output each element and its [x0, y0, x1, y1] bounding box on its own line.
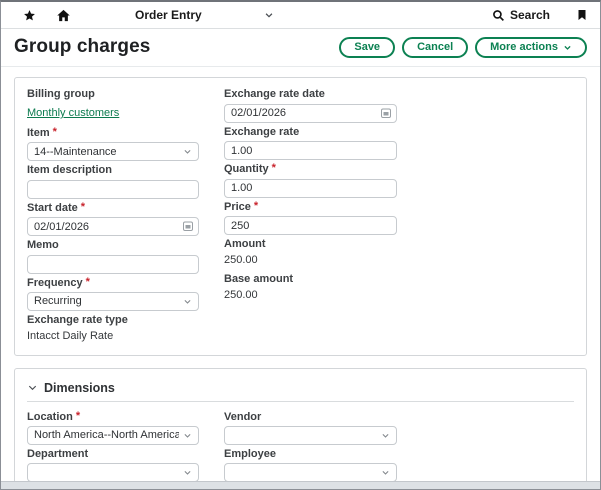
start-date-field: Start date * — [27, 202, 199, 237]
exchange-rate-date-input[interactable] — [224, 104, 397, 123]
form-right-column: Exchange rate date Exchange rate Quantit… — [224, 88, 397, 308]
exchange-rate-type-field: Exchange rate type Intacct Daily Rate — [27, 314, 199, 343]
header-actions: Save Cancel More actions — [339, 37, 587, 58]
chevron-down-icon — [27, 382, 38, 393]
required-asterisk: * — [272, 163, 276, 174]
vendor-select[interactable] — [224, 426, 397, 445]
price-label: Price — [224, 201, 251, 214]
employee-field: Employee — [224, 448, 397, 482]
app-window: Order Entry Search Group charges Save Ca… — [0, 0, 601, 490]
home-icon[interactable] — [56, 8, 71, 23]
chevron-down-icon — [183, 297, 192, 306]
item-description-input[interactable] — [27, 180, 199, 199]
department-label: Department — [27, 448, 199, 461]
start-date-input[interactable] — [27, 217, 199, 236]
location-field: Location * North America--North America — [27, 411, 199, 445]
more-actions-button-label: More actions — [490, 41, 558, 53]
chevron-down-icon — [183, 468, 192, 477]
quantity-field: Quantity * — [224, 163, 397, 198]
required-asterisk: * — [53, 127, 57, 138]
start-date-label: Start date — [27, 202, 78, 215]
more-actions-button[interactable]: More actions — [475, 37, 587, 58]
employee-label: Employee — [224, 448, 397, 461]
memo-label: Memo — [27, 239, 199, 252]
chevron-down-icon — [381, 431, 390, 440]
charge-details-section: Billing group Monthly customers Item * 1… — [14, 77, 587, 356]
frequency-select-value: Recurring — [34, 295, 179, 307]
calendar-icon[interactable] — [181, 220, 194, 233]
department-field: Department — [27, 448, 199, 482]
dimensions-section-toggle[interactable]: Dimensions — [27, 379, 574, 402]
page-header: Group charges Save Cancel More actions — [1, 29, 600, 67]
billing-group-field: Billing group Monthly customers — [27, 88, 199, 124]
application-menu-label: Order Entry — [135, 8, 202, 22]
department-select[interactable] — [27, 463, 199, 482]
frequency-select[interactable]: Recurring — [27, 292, 199, 311]
dimensions-section-title: Dimensions — [44, 381, 115, 395]
vendor-field: Vendor — [224, 411, 397, 445]
required-asterisk: * — [86, 277, 90, 288]
save-button[interactable]: Save — [339, 37, 395, 58]
chevron-down-icon — [563, 43, 572, 52]
base-amount-field: Base amount 250.00 — [224, 273, 397, 302]
search-label: Search — [510, 8, 550, 22]
required-asterisk: * — [76, 411, 80, 422]
form-left-column: Billing group Monthly customers Item * 1… — [27, 88, 199, 349]
memo-field: Memo — [27, 239, 199, 274]
top-nav-bar: Order Entry Search — [1, 2, 600, 29]
chevron-down-icon — [183, 431, 192, 440]
location-select-value: North America--North America — [34, 429, 179, 441]
item-field: Item * 14--Maintenance — [27, 127, 199, 161]
chevron-down-icon — [381, 468, 390, 477]
item-select[interactable]: 14--Maintenance — [27, 142, 199, 161]
quantity-label: Quantity — [224, 163, 269, 176]
cancel-button-label: Cancel — [417, 41, 453, 53]
search-button[interactable]: Search — [492, 8, 550, 22]
exchange-rate-date-field: Exchange rate date — [224, 88, 397, 123]
cancel-button[interactable]: Cancel — [402, 37, 468, 58]
billing-group-label: Billing group — [27, 88, 199, 101]
exchange-rate-input[interactable] — [224, 141, 397, 160]
horizontal-scrollbar[interactable] — [1, 481, 600, 489]
memo-input[interactable] — [27, 255, 199, 274]
calendar-icon[interactable] — [379, 106, 392, 119]
exchange-rate-type-value: Intacct Daily Rate — [27, 329, 199, 343]
application-menu[interactable]: Order Entry — [101, 8, 274, 22]
base-amount-value: 250.00 — [224, 288, 397, 302]
amount-field: Amount 250.00 — [224, 238, 397, 267]
amount-value: 250.00 — [224, 253, 397, 267]
required-asterisk: * — [81, 202, 85, 213]
location-label: Location — [27, 411, 73, 424]
price-input[interactable] — [224, 216, 397, 235]
favorites-star-icon[interactable] — [23, 9, 36, 22]
price-field: Price * — [224, 201, 397, 236]
exchange-rate-field: Exchange rate — [224, 126, 397, 161]
base-amount-label: Base amount — [224, 273, 397, 286]
quantity-input[interactable] — [224, 179, 397, 198]
required-asterisk: * — [254, 201, 258, 212]
dimensions-left-column: Location * North America--North America … — [27, 411, 199, 490]
frequency-label: Frequency — [27, 277, 83, 290]
item-description-field: Item description — [27, 164, 199, 199]
exchange-rate-label: Exchange rate — [224, 126, 397, 139]
bookmark-icon[interactable] — [576, 8, 588, 22]
employee-select[interactable] — [224, 463, 397, 482]
amount-label: Amount — [224, 238, 397, 251]
exchange-rate-type-label: Exchange rate type — [27, 314, 199, 327]
exchange-rate-date-label: Exchange rate date — [224, 88, 397, 101]
save-button-label: Save — [354, 41, 380, 53]
search-icon — [492, 9, 505, 22]
item-description-label: Item description — [27, 164, 199, 177]
page-title: Group charges — [14, 36, 150, 58]
item-select-value: 14--Maintenance — [34, 146, 179, 158]
dimensions-right-column: Vendor Employee — [224, 411, 397, 490]
vendor-label: Vendor — [224, 411, 397, 424]
chevron-down-icon — [264, 10, 274, 20]
chevron-down-icon — [183, 147, 192, 156]
dimensions-section: Dimensions Location * North America--Nor… — [14, 368, 587, 490]
location-select[interactable]: North America--North America — [27, 426, 199, 445]
billing-group-link[interactable]: Monthly customers — [27, 106, 119, 120]
item-label: Item — [27, 127, 50, 140]
frequency-field: Frequency * Recurring — [27, 277, 199, 311]
